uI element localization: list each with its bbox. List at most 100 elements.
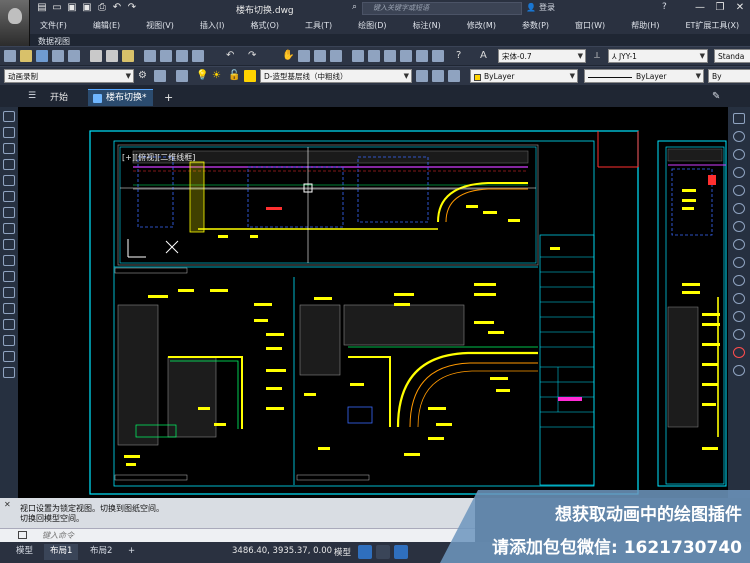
preview-icon[interactable] <box>68 50 80 62</box>
lightbulb-icon[interactable]: 💡 <box>196 70 208 82</box>
menu-format[interactable]: 格式(O) <box>250 20 279 31</box>
hatch-tool-icon[interactable] <box>3 303 15 314</box>
save-icon[interactable]: ▣ <box>66 2 78 14</box>
node-snap-icon[interactable] <box>733 311 745 322</box>
calculator-icon[interactable] <box>432 50 444 62</box>
snap-mode-icon[interactable] <box>376 545 390 559</box>
make-current-icon[interactable] <box>416 70 428 82</box>
tab-layout1[interactable]: 布局1 <box>44 544 79 560</box>
pan-icon[interactable]: ✋ <box>282 50 294 62</box>
snap-settings-icon[interactable] <box>733 365 745 376</box>
model-space-toggle[interactable]: 模型 <box>334 546 351 558</box>
gear-icon[interactable]: ⚙ <box>138 70 150 82</box>
trim-tool-icon[interactable] <box>3 271 15 282</box>
block-icon[interactable] <box>160 50 172 62</box>
undo-icon[interactable]: ↶ <box>111 2 123 14</box>
extend-tool-icon[interactable] <box>3 287 15 298</box>
search-input[interactable]: 键入关键字或短语 <box>362 2 522 15</box>
workspace-select[interactable]: 动画录制 ▼ <box>4 69 134 83</box>
textstyle-select[interactable]: Standa <box>714 49 750 63</box>
search-icon[interactable]: ⌕ <box>352 2 357 12</box>
sheet-set-icon[interactable] <box>400 50 412 62</box>
polygon-tool-icon[interactable] <box>3 143 15 154</box>
menu-parametric[interactable]: 参数(P) <box>522 20 549 31</box>
layer-select[interactable]: D-造型基层线（中粗线） ▼ <box>260 69 412 83</box>
circle-tool-icon[interactable] <box>3 191 15 202</box>
pen-icon[interactable]: ✎ <box>712 91 720 102</box>
plot-icon[interactable] <box>52 50 64 62</box>
print-icon[interactable]: ⎙ <box>96 2 108 14</box>
menu-window[interactable]: 窗口(W) <box>575 20 605 31</box>
rotate-tool-icon[interactable] <box>3 223 15 234</box>
sun-icon[interactable]: ☀ <box>212 70 224 82</box>
login-button[interactable]: 👤 登录 <box>526 2 555 13</box>
save-icon[interactable] <box>36 50 48 62</box>
tab-active-document[interactable]: 楼布切换* <box>88 89 153 106</box>
move-tool-icon[interactable] <box>3 207 15 218</box>
intersection-snap-icon[interactable] <box>733 167 745 178</box>
menu-view[interactable]: 视图(V) <box>146 20 174 31</box>
menu-file[interactable]: 文件(F) <box>40 20 67 31</box>
menu-modify[interactable]: 修改(M) <box>467 20 496 31</box>
copy-icon[interactable] <box>106 50 118 62</box>
insertion-snap-icon[interactable] <box>733 293 745 304</box>
add-layout-button[interactable]: + <box>122 544 141 560</box>
text-style-icon[interactable]: A <box>480 50 492 62</box>
design-center-icon[interactable] <box>368 50 380 62</box>
rectangle-tool-icon[interactable] <box>3 159 15 170</box>
dimstyle-select[interactable]: ⅄ JYY-1 ▼ <box>608 49 708 63</box>
lineweight-select[interactable]: By <box>708 69 750 83</box>
polyline-tool-icon[interactable] <box>3 127 15 138</box>
line-tool-icon[interactable] <box>3 111 15 122</box>
viewport-label[interactable]: [+][俯视][二维线框] <box>122 152 195 163</box>
drawing-canvas[interactable]: [+][俯视][二维线框] <box>18 107 728 498</box>
extension-snap-icon[interactable] <box>733 185 745 196</box>
new-file-icon[interactable]: ▤ <box>36 2 48 14</box>
offset-tool-icon[interactable] <box>3 255 15 266</box>
tab-start[interactable]: 开始 <box>50 90 68 103</box>
close-icon[interactable]: ✕ <box>4 500 11 509</box>
layer-properties-icon[interactable] <box>176 70 188 82</box>
mirror-tool-icon[interactable] <box>3 239 15 250</box>
menu-edit[interactable]: 编辑(E) <box>93 20 120 31</box>
ortho-icon[interactable] <box>394 545 408 559</box>
zoom-window-icon[interactable] <box>314 50 326 62</box>
region-tool-icon[interactable] <box>3 367 15 378</box>
menu-help[interactable]: 帮助(H) <box>631 20 659 31</box>
save-as-icon[interactable]: ▣ <box>81 2 93 14</box>
layer-states-icon[interactable] <box>448 70 460 82</box>
close-icon[interactable]: ✕ <box>730 0 750 17</box>
linetype-select[interactable]: ByLayer ▼ <box>584 69 704 83</box>
new-tab-button[interactable]: + <box>164 91 173 104</box>
spline-tool-icon[interactable] <box>3 351 15 362</box>
match-properties-icon[interactable] <box>144 50 156 62</box>
zoom-realtime-icon[interactable] <box>298 50 310 62</box>
pen-icon[interactable] <box>733 113 745 124</box>
help-icon[interactable]: ? <box>662 2 667 12</box>
command-input[interactable]: 键入命令 <box>0 528 475 542</box>
nearest-snap-icon[interactable] <box>733 329 745 340</box>
parallel-snap-icon[interactable] <box>733 275 745 286</box>
tangent-snap-icon[interactable] <box>733 239 745 250</box>
menu-dimension[interactable]: 标注(N) <box>413 20 441 31</box>
markup-icon[interactable] <box>416 50 428 62</box>
menu-draw[interactable]: 绘图(D) <box>358 20 386 31</box>
new-icon[interactable] <box>4 50 16 62</box>
center-snap-icon[interactable] <box>733 203 745 214</box>
fillet-tool-icon[interactable] <box>3 319 15 330</box>
perpendicular-snap-icon[interactable] <box>733 257 745 268</box>
menu-icon[interactable]: ☰ <box>28 91 36 101</box>
layer-icon[interactable] <box>176 50 188 62</box>
zoom-previous-icon[interactable] <box>330 50 342 62</box>
arc-tool-icon[interactable] <box>3 175 15 186</box>
menu-tools[interactable]: 工具(T) <box>305 20 332 31</box>
layer-previous-icon[interactable] <box>432 70 444 82</box>
magnet-icon[interactable] <box>733 347 745 358</box>
font-select[interactable]: 宋体-0.7 ▼ <box>498 49 586 63</box>
tab-model[interactable]: 模型 <box>10 544 39 560</box>
maximize-icon[interactable]: ❐ <box>710 0 730 17</box>
redo-icon[interactable]: ↷ <box>248 50 260 62</box>
menu-insert[interactable]: 插入(I) <box>200 20 225 31</box>
tool-palettes-icon[interactable] <box>384 50 396 62</box>
midpoint-snap-icon[interactable] <box>733 149 745 160</box>
